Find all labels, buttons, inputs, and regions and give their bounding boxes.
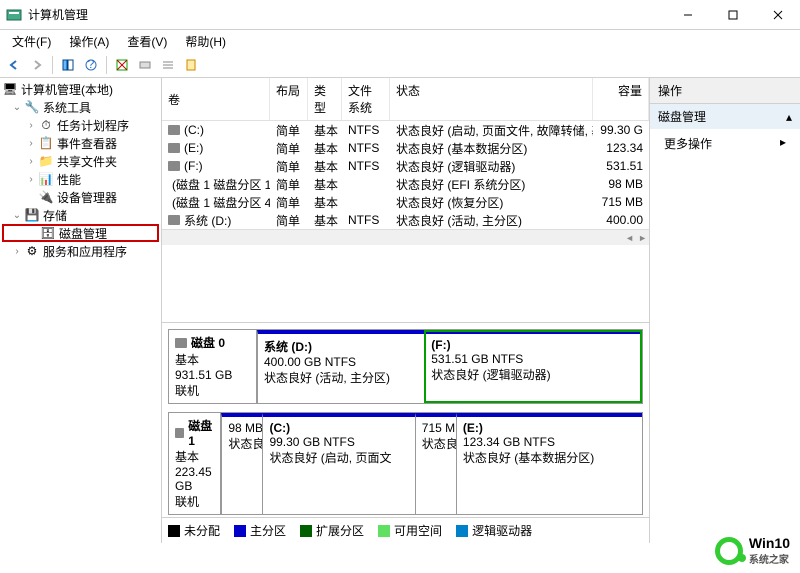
svg-text:?: ? [88, 58, 95, 71]
refresh-button[interactable] [112, 55, 132, 75]
partition-e[interactable]: (E:) 123.34 GB NTFS 状态良好 (基本数据分区) [456, 413, 642, 514]
actions-more[interactable]: 更多操作▸ [650, 129, 800, 158]
legend: 未分配 主分区 扩展分区 可用空间 逻辑驱动器 [162, 517, 649, 543]
list-button[interactable] [158, 55, 178, 75]
tree-performance[interactable]: ›📊性能 [2, 170, 159, 188]
tree-root[interactable]: 🖥计算机管理(本地) [2, 80, 159, 98]
volume-row[interactable]: (E:)简单基本NTFS状态良好 (基本数据分区)123.34 [162, 139, 649, 157]
disk-1-info: 磁盘 1 基本 223.45 GB 联机 [169, 413, 221, 514]
maximize-button[interactable] [710, 0, 755, 30]
back-button[interactable] [4, 55, 24, 75]
tree-taskscheduler[interactable]: ›⏱任务计划程序 [2, 116, 159, 134]
partition-c[interactable]: (C:) 99.30 GB NTFS 状态良好 (启动, 页面文 [262, 413, 414, 514]
tree-devicemgr[interactable]: 🔌设备管理器 [2, 188, 159, 206]
help-button[interactable]: ? [81, 55, 101, 75]
volume-row[interactable]: (磁盘 1 磁盘分区 1)简单基本状态良好 (EFI 系统分区)98 MB [162, 175, 649, 193]
menu-file[interactable]: 文件(F) [4, 31, 59, 52]
actions-title: 操作 [650, 78, 800, 104]
volume-row[interactable]: (磁盘 1 磁盘分区 4)简单基本状态良好 (恢复分区)715 MB [162, 193, 649, 211]
actions-panel: 操作 磁盘管理▴ 更多操作▸ [650, 78, 800, 543]
disk-map: 磁盘 0 基本 931.51 GB 联机 系统 (D:) 400.00 GB N… [162, 323, 649, 517]
menu-help[interactable]: 帮助(H) [177, 31, 234, 52]
col-type[interactable]: 类型 [308, 78, 342, 120]
drive-icon [168, 215, 180, 225]
watermark: Win10系统之家 [715, 535, 790, 567]
volume-row[interactable]: 系统 (D:)简单基本NTFS状态良好 (活动, 主分区)400.00 [162, 211, 649, 229]
partition-recovery[interactable]: 715 MB 状态良好 (恢 [415, 413, 456, 514]
legend-primary-swatch [234, 525, 246, 537]
volume-row[interactable]: (C:)简单基本NTFS状态良好 (启动, 页面文件, 故障转储, 基本数据分区… [162, 121, 649, 139]
volume-row[interactable]: (F:)简单基本NTFS状态良好 (逻辑驱动器)531.51 [162, 157, 649, 175]
horizontal-scrollbar[interactable]: ◄► [162, 229, 649, 245]
volume-list-header: 卷 布局 类型 文件系统 状态 容量 [162, 78, 649, 121]
partition-d[interactable]: 系统 (D:) 400.00 GB NTFS 状态良好 (活动, 主分区) [257, 330, 424, 403]
col-volume[interactable]: 卷 [162, 78, 270, 120]
chevron-right-icon: ▸ [780, 135, 786, 149]
minimize-button[interactable] [665, 0, 710, 30]
menu-action[interactable]: 操作(A) [61, 31, 117, 52]
drive-icon [168, 161, 180, 171]
legend-extended-swatch [300, 525, 312, 537]
partition-efi[interactable]: 98 MB 状态良好 [221, 413, 262, 514]
navigation-tree[interactable]: 🖥计算机管理(本地) ⌄🔧系统工具 ›⏱任务计划程序 ›📋事件查看器 ›📁共享文… [0, 78, 162, 543]
show-hide-tree-button[interactable] [58, 55, 78, 75]
app-icon [6, 7, 22, 23]
collapse-icon: ▴ [786, 110, 792, 124]
menu-bar: 文件(F) 操作(A) 查看(V) 帮助(H) [0, 30, 800, 52]
col-layout[interactable]: 布局 [270, 78, 308, 120]
toolbar: ? [0, 52, 800, 78]
tree-diskmgmt[interactable]: 🗄磁盘管理 [2, 224, 159, 242]
window-titlebar: 计算机管理 [0, 0, 800, 30]
drive-icon [168, 143, 180, 153]
menu-view[interactable]: 查看(V) [119, 31, 175, 52]
window-title: 计算机管理 [28, 6, 665, 23]
tree-services[interactable]: ›⚙服务和应用程序 [2, 242, 159, 260]
props-button[interactable] [181, 55, 201, 75]
disk-1[interactable]: 磁盘 1 基本 223.45 GB 联机 98 MB 状态良好 (C:) 99.… [168, 412, 643, 515]
actions-section[interactable]: 磁盘管理▴ [650, 104, 800, 129]
partition-f[interactable]: (F:) 531.51 GB NTFS 状态良好 (逻辑驱动器) [424, 330, 642, 403]
disk-0-info: 磁盘 0 基本 931.51 GB 联机 [169, 330, 257, 403]
forward-button[interactable] [27, 55, 47, 75]
legend-unallocated-swatch [168, 525, 180, 537]
tree-sharedfolders[interactable]: ›📁共享文件夹 [2, 152, 159, 170]
watermark-logo-icon [715, 537, 743, 565]
disk-icon [175, 338, 187, 348]
tree-systools[interactable]: ⌄🔧系统工具 [2, 98, 159, 116]
tree-storage[interactable]: ⌄💾存储 [2, 206, 159, 224]
volume-list[interactable]: 卷 布局 类型 文件系统 状态 容量 (C:)简单基本NTFS状态良好 (启动,… [162, 78, 649, 323]
close-button[interactable] [755, 0, 800, 30]
col-capacity[interactable]: 容量 [593, 78, 649, 120]
drive-icon [168, 125, 180, 135]
disk-0[interactable]: 磁盘 0 基本 931.51 GB 联机 系统 (D:) 400.00 GB N… [168, 329, 643, 404]
legend-free-swatch [378, 525, 390, 537]
rescan-button[interactable] [135, 55, 155, 75]
legend-logical-swatch [456, 525, 468, 537]
col-fs[interactable]: 文件系统 [342, 78, 390, 120]
disk-icon [175, 428, 184, 438]
tree-eventviewer[interactable]: ›📋事件查看器 [2, 134, 159, 152]
col-status[interactable]: 状态 [390, 78, 593, 120]
